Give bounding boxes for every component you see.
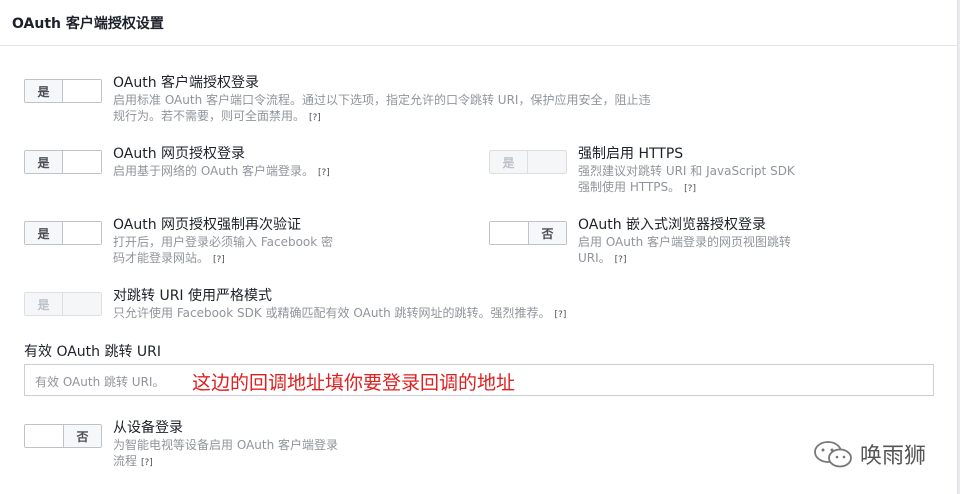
panel-title: OAuth 客户端授权设置 [12, 16, 164, 32]
toggle-yes-label: 是 [25, 151, 63, 173]
help-link[interactable]: [?] [555, 310, 567, 320]
help-link[interactable]: [?] [684, 184, 696, 194]
device-login-toggle[interactable]: 否 [24, 424, 102, 448]
watermark: 唤雨狮 [812, 438, 926, 470]
web-oauth-toggle[interactable]: 是 [24, 150, 102, 174]
redirect-uri-placeholder: 有效 OAuth 跳转 URI。 [35, 375, 165, 389]
embedded-browser-desc: 启用 OAuth 客户端登录的网页视图跳转 URI。 [?] [578, 235, 791, 265]
help-link[interactable]: [?] [141, 458, 153, 468]
oauth-settings-panel: OAuth 客户端授权设置 是 OAuth 客户端授权登录 启用标准 OAuth… [0, 0, 958, 494]
client-oauth-desc: 启用标准 OAuth 客户端口令流程。通过以下选项，指定允许的口令跳转 URI，… [113, 93, 651, 123]
toggle-yes-label: 是 [25, 80, 63, 102]
web-reauth-title: OAuth 网页授权强制再次验证 [113, 217, 302, 233]
web-oauth-title: OAuth 网页授权登录 [113, 146, 246, 162]
client-oauth-title: OAuth 客户端授权登录 [113, 75, 260, 91]
toggle-no-label: 否 [63, 425, 101, 447]
watermark-text: 唤雨狮 [860, 444, 927, 469]
force-https-desc: 强烈建议对跳转 URI 和 JavaScript SDK 强制使用 HTTPS。… [578, 164, 795, 194]
strict-mode-toggle[interactable]: 是 [24, 292, 102, 316]
embedded-browser-toggle[interactable]: 否 [489, 221, 567, 245]
device-login-desc: 为智能电视等设备启用 OAuth 客户端登录 流程 [?] [113, 438, 338, 468]
client-oauth-toggle[interactable]: 是 [24, 79, 102, 103]
toggle-yes-label: 是 [25, 293, 63, 315]
toggle-yes-label: 是 [25, 222, 63, 244]
help-link[interactable]: [?] [309, 113, 321, 123]
redirect-uri-label: 有效 OAuth 跳转 URI [24, 344, 162, 360]
help-link[interactable]: [?] [213, 255, 225, 265]
strict-mode-title: 对跳转 URI 使用严格模式 [113, 288, 273, 304]
help-link[interactable]: [?] [318, 168, 330, 178]
web-reauth-desc: 打开后，用户登录必须输入 Facebook 密 码才能登录网站。 [?] [113, 235, 334, 265]
toggle-yes-label: 是 [490, 151, 528, 173]
device-login-title: 从设备登录 [113, 420, 183, 436]
force-https-title: 强制启用 HTTPS [578, 146, 684, 162]
web-oauth-desc: 启用基于网络的 OAuth 客户端登录。 [?] [113, 164, 330, 178]
toggle-no-label: 否 [528, 222, 566, 244]
strict-mode-desc: 只允许使用 Facebook SDK 或精确匹配有效 OAuth 跳转网址的跳转… [113, 306, 567, 320]
embedded-browser-title: OAuth 嵌入式浏览器授权登录 [578, 217, 767, 233]
annotation-text: 这边的回调地址填你要登录回调的地址 [192, 372, 516, 394]
panel-header: OAuth 客户端授权设置 [0, 0, 958, 46]
wechat-icon [814, 441, 852, 468]
help-link[interactable]: [?] [615, 255, 627, 265]
web-reauth-toggle[interactable]: 是 [24, 221, 102, 245]
force-https-toggle[interactable]: 是 [489, 150, 567, 174]
